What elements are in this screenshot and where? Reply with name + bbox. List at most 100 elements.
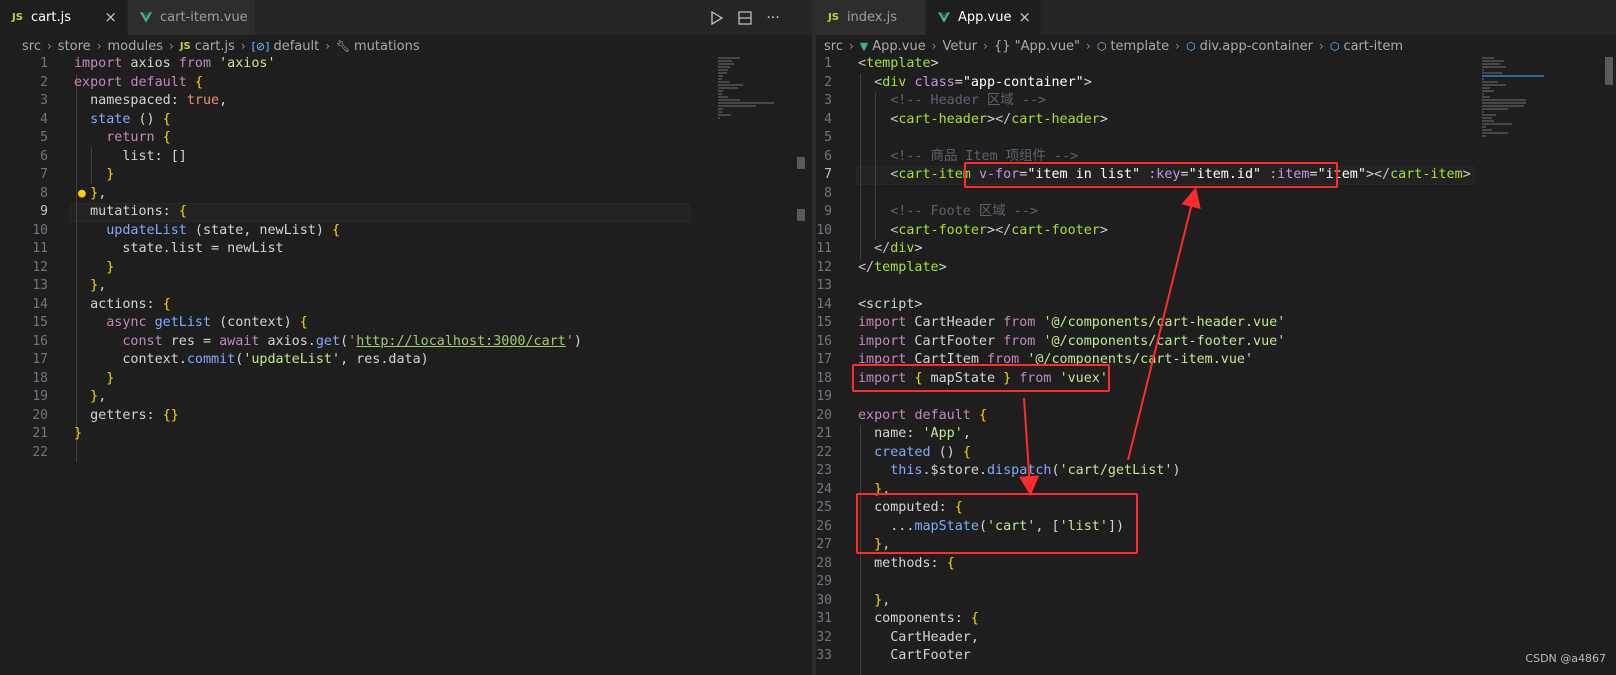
code-line: 16 import CartFooter from '@/components/c…: [816, 333, 1616, 352]
code-text: }: [74, 426, 83, 441]
code-line: 19: [816, 389, 832, 404]
tab-cart-item-vue[interactable]: cart-item.vue: [128, 0, 256, 35]
chevron-right-icon: ›: [983, 39, 988, 53]
code-line: 33 CartFooter: [816, 647, 1616, 666]
code-line: 7 <cart-item v-for="item in list" :key="…: [816, 166, 1616, 185]
code-text: export default {: [74, 74, 203, 90]
code-line: 20 getters: {}: [0, 407, 812, 426]
code-line: 24 },: [816, 481, 1616, 500]
code-editor[interactable]: 1 <template> 2 <div class="app-container"…: [816, 55, 1616, 675]
code-line: 30 },: [816, 592, 1616, 611]
code-text: name: 'App',: [858, 426, 971, 441]
code-text: <!-- Header 区域 -->: [858, 93, 1047, 108]
code-text: import CartHeader from '@/components/car…: [858, 315, 1286, 330]
breadcrumb-item[interactable]: src: [22, 39, 41, 54]
cube-icon: ⬡: [1329, 39, 1340, 53]
breadcrumb-item-file[interactable]: ▼ App.vue: [860, 39, 926, 54]
code-line: 27 },: [816, 536, 1616, 555]
code-line: 6 list: []: [0, 148, 812, 167]
code-text: <cart-item v-for="item in list" :key="it…: [890, 167, 1471, 182]
code-text: import CartItem from '@/components/cart-…: [858, 352, 1254, 367]
code-line: 23 this.$store.dispatch('cart/getList'): [816, 462, 1616, 481]
breadcrumb-item-symbol[interactable]: ⬡ template: [1097, 39, 1169, 54]
split-editor-icon[interactable]: [736, 9, 754, 27]
chevron-right-icon: ›: [848, 39, 854, 53]
code-text: CartHeader,: [858, 629, 979, 645]
vue-file-icon: [938, 12, 950, 23]
code-text: },: [874, 592, 891, 608]
breadcrumb-item-symbol[interactable]: [⊘] default: [252, 39, 320, 54]
code-line: 13: [816, 278, 832, 293]
code-line: 22: [32, 444, 48, 460]
breadcrumb-item-symbol[interactable]: 🔧︎ mutations: [336, 39, 420, 54]
code-line: 5 return {: [0, 129, 812, 148]
code-editor[interactable]: 1 import axios from 'axios' 2 export defau…: [0, 55, 812, 462]
scroll-thumb[interactable]: [797, 157, 805, 169]
code-line: 26 ...mapState('cart', ['list']): [816, 518, 1616, 537]
code-line: 14 actions: {: [0, 296, 812, 315]
play-icon[interactable]: [708, 9, 726, 27]
code-line: 6 <!-- 商品 Item 项组件 -->: [816, 148, 1616, 167]
chevron-right-icon: ›: [1175, 39, 1180, 53]
tab-index-js[interactable]: JS index.js: [816, 0, 926, 35]
code-text: <script>: [858, 296, 923, 312]
code-text: return {: [106, 130, 171, 145]
tab-cart-js[interactable]: JS cart.js ×: [0, 0, 128, 35]
code-text: },: [90, 185, 107, 201]
breadcrumb-item[interactable]: modules: [108, 39, 164, 54]
code-line: 32 CartHeader,: [816, 629, 1616, 648]
minimap[interactable]: [1482, 57, 1544, 138]
code-line: 15 async getList (context) {: [0, 314, 812, 333]
code-line: 17 context.commit('updateList', res.data…: [0, 351, 812, 370]
breadcrumb-item-symbol[interactable]: ⬡ div.app-container: [1186, 39, 1313, 54]
breadcrumb-item[interactable]: src: [824, 39, 843, 54]
code-line: 10 updateList (state, newList) {: [0, 222, 812, 241]
more-actions-icon[interactable]: ···: [764, 9, 782, 27]
code-text: mutations: {: [74, 204, 187, 219]
code-text: actions: {: [74, 296, 171, 312]
code-text: import CartFooter from '@/components/car…: [858, 333, 1286, 349]
scroll-thumb[interactable]: [797, 209, 805, 221]
vertical-scrollbar[interactable]: [794, 57, 808, 675]
tab-label: index.js: [846, 10, 898, 25]
code-text: <!-- 商品 Item 项组件 -->: [858, 148, 1079, 164]
code-line: 15 import CartHeader from '@/components/c…: [816, 314, 1616, 333]
minimap[interactable]: [718, 57, 780, 120]
scroll-thumb[interactable]: [1605, 57, 1613, 85]
code-line: 18 }: [0, 370, 812, 389]
code-text: <div class="app-container">: [874, 74, 1092, 90]
code-text: <template>: [858, 56, 939, 71]
code-line: 18 import { mapState } from 'vuex': [816, 370, 1616, 389]
js-file-icon: JS: [179, 40, 191, 52]
tab-label: App.vue: [958, 10, 1012, 25]
code-line: 7 }: [0, 166, 812, 185]
breadcrumb-item-symbol[interactable]: ⬡ cart-item: [1330, 39, 1403, 54]
breadcrumb-item[interactable]: {} "App.vue": [994, 39, 1080, 54]
tab-app-vue[interactable]: App.vue ×: [926, 0, 1042, 35]
code-line: 19 },: [0, 388, 812, 407]
close-icon[interactable]: ×: [104, 9, 117, 25]
code-text: methods: {: [858, 555, 955, 571]
breadcrumb-item-file[interactable]: JS cart.js: [180, 39, 235, 54]
code-text: </div>: [874, 241, 923, 256]
code-line: 12 </template>: [816, 259, 1616, 278]
breadcrumb-item[interactable]: Vetur: [943, 39, 978, 54]
right-tab-bar: JS index.js App.vue ×: [816, 0, 1616, 35]
code-line: 25 computed: {: [816, 499, 1616, 518]
code-text: getters: {}: [74, 407, 179, 423]
vertical-scrollbar[interactable]: [1602, 57, 1616, 675]
close-icon[interactable]: ×: [1018, 9, 1031, 25]
code-text: <cart-footer></cart-footer>: [890, 222, 1108, 238]
wrench-icon: 🔧︎: [336, 39, 350, 53]
code-text: <cart-header></cart-header>: [890, 111, 1108, 127]
breadcrumb-item[interactable]: store: [58, 39, 91, 54]
editor-actions: ···: [708, 0, 782, 35]
code-text: async getList (context) {: [106, 315, 308, 330]
code-line: 8: [824, 185, 832, 201]
code-text: <!-- Foote 区域 -->: [858, 204, 1038, 219]
code-line: 20 export default {: [816, 407, 1616, 426]
code-text: this.$store.dispatch('cart/getList'): [890, 463, 1181, 478]
chevron-right-icon: ›: [1319, 39, 1324, 53]
code-text: }: [106, 370, 115, 386]
left-editor-pane: JS cart.js × cart-item.vue ··· src › stor…: [0, 0, 812, 675]
